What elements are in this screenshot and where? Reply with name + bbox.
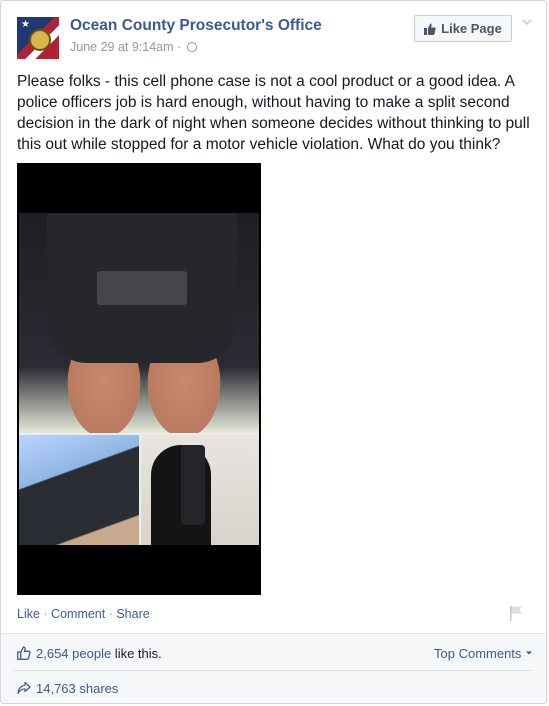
chevron-down-icon[interactable] xyxy=(520,15,534,29)
likes-suffix: like this. xyxy=(111,646,162,661)
feedback-section: 2,654 people like this. Top Comments 14,… xyxy=(1,633,546,703)
photo-black-border xyxy=(19,545,259,591)
caret-down-icon xyxy=(526,651,533,655)
post-meta: June 29 at 9:14am · xyxy=(70,40,197,54)
post-card: ★ Ocean County Prosecutor's Office June … xyxy=(0,0,547,704)
thumbs-up-icon xyxy=(424,23,436,35)
top-comments-label: Top Comments xyxy=(434,646,522,661)
meta-separator: · xyxy=(173,40,185,54)
photo-shorts-holster-image xyxy=(19,213,259,433)
photo-collage xyxy=(19,213,259,591)
post-actions: Like · Comment · Share xyxy=(17,607,150,621)
action-separator: · xyxy=(39,607,52,621)
likes-summary: 2,654 people like this. xyxy=(17,646,162,661)
shares-summary[interactable]: 14,763 shares xyxy=(17,681,118,696)
photo-phone-case-image xyxy=(19,435,139,545)
photo-phone-graphic xyxy=(181,445,205,525)
action-separator: · xyxy=(105,607,117,621)
photo-person-phone-image xyxy=(141,435,259,545)
flag-icon[interactable] xyxy=(509,605,523,621)
top-comments-dropdown[interactable]: Top Comments xyxy=(434,646,533,661)
post-timestamp[interactable]: June 29 at 9:14am xyxy=(70,40,174,54)
post-photo[interactable] xyxy=(17,163,261,595)
post-message: Please folks - this cell phone case is n… xyxy=(17,73,530,153)
globe-icon[interactable] xyxy=(186,42,197,52)
like-page-button[interactable]: Like Page xyxy=(414,15,512,42)
page-name-link[interactable]: Ocean County Prosecutor's Office xyxy=(70,17,322,35)
share-link[interactable]: Share xyxy=(116,607,149,621)
thumbs-up-outline-icon xyxy=(17,646,31,660)
avatar-seal-graphic xyxy=(29,29,51,51)
page-avatar[interactable]: ★ xyxy=(17,17,59,59)
like-page-label: Like Page xyxy=(441,21,502,36)
shares-count: 14,763 shares xyxy=(36,681,119,696)
ufi-divider xyxy=(13,670,533,671)
likes-count-link[interactable]: 2,654 people xyxy=(36,646,111,661)
comment-link[interactable]: Comment xyxy=(51,607,105,621)
avatar-star-graphic: ★ xyxy=(21,19,30,30)
like-link[interactable]: Like xyxy=(17,607,40,621)
share-arrow-icon xyxy=(17,681,31,695)
photo-gun-case-graphic xyxy=(97,271,187,305)
